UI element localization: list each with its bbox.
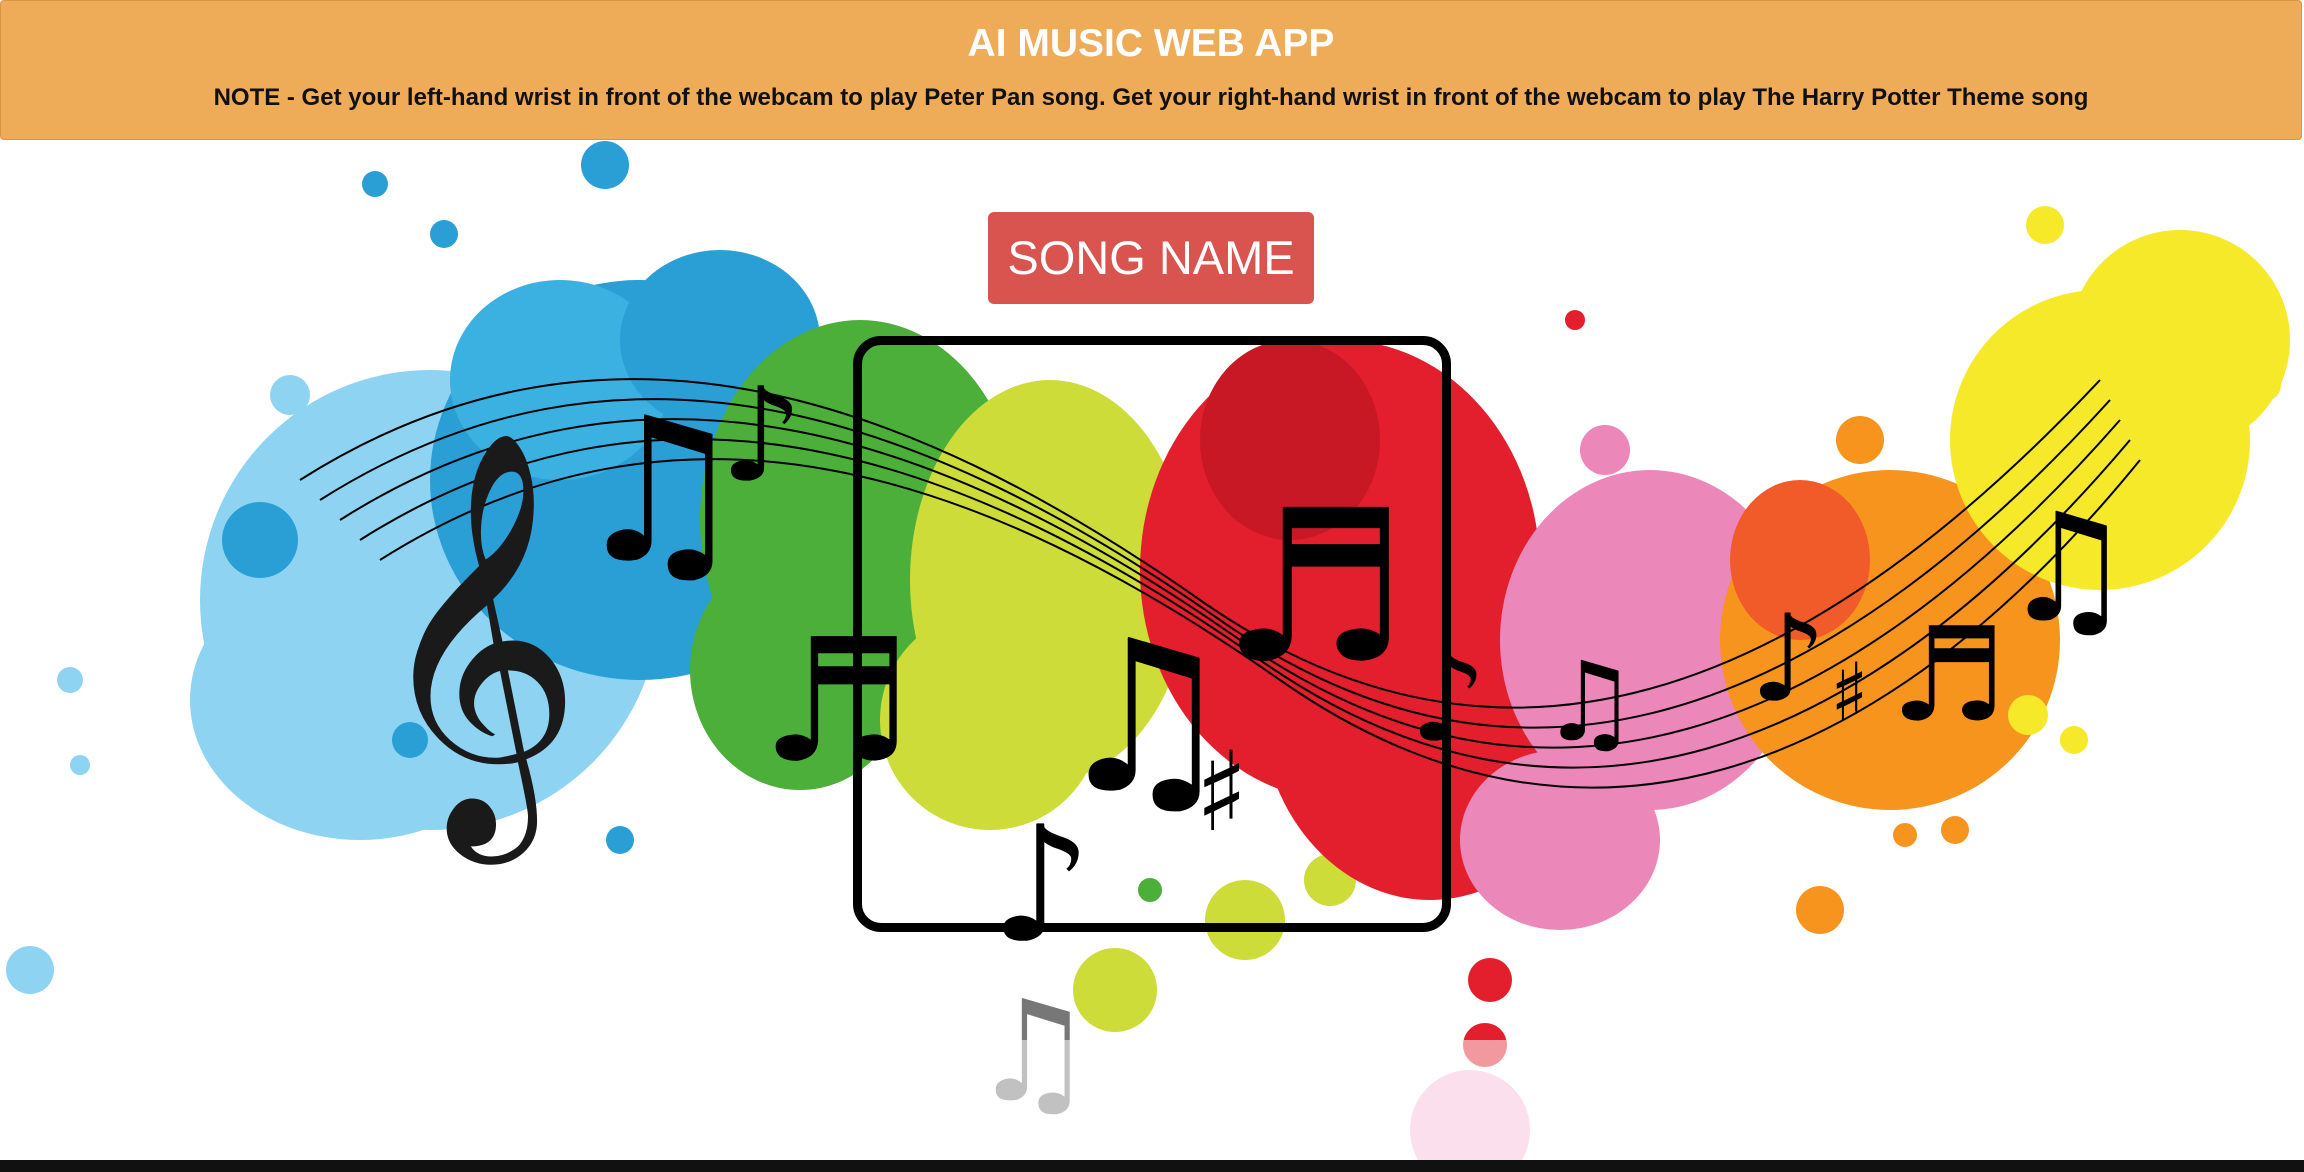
music-note-icon: ♬ [1890, 599, 2007, 751]
instructions-note: NOTE - Get your left-hand wrist in front… [213, 84, 2089, 111]
music-note-icon: ♪ [1750, 590, 1827, 729]
sharp-icon: ♯ [1830, 646, 1869, 739]
bottom-edge [0, 1160, 2304, 1172]
music-note-icon: ♫ [1540, 638, 1639, 766]
webcam-frame [853, 336, 1451, 932]
music-note-icon: ♪ [720, 359, 803, 511]
treble-clef-icon: 𝄞 [370, 426, 583, 867]
app-header: AI MUSIC WEB APP NOTE - Get your left-ha… [0, 0, 2302, 140]
song-name-button[interactable]: SONG NAME [988, 212, 1314, 304]
music-note-icon: ♫ [2000, 482, 2134, 656]
app-title: AI MUSIC WEB APP [967, 22, 1335, 65]
